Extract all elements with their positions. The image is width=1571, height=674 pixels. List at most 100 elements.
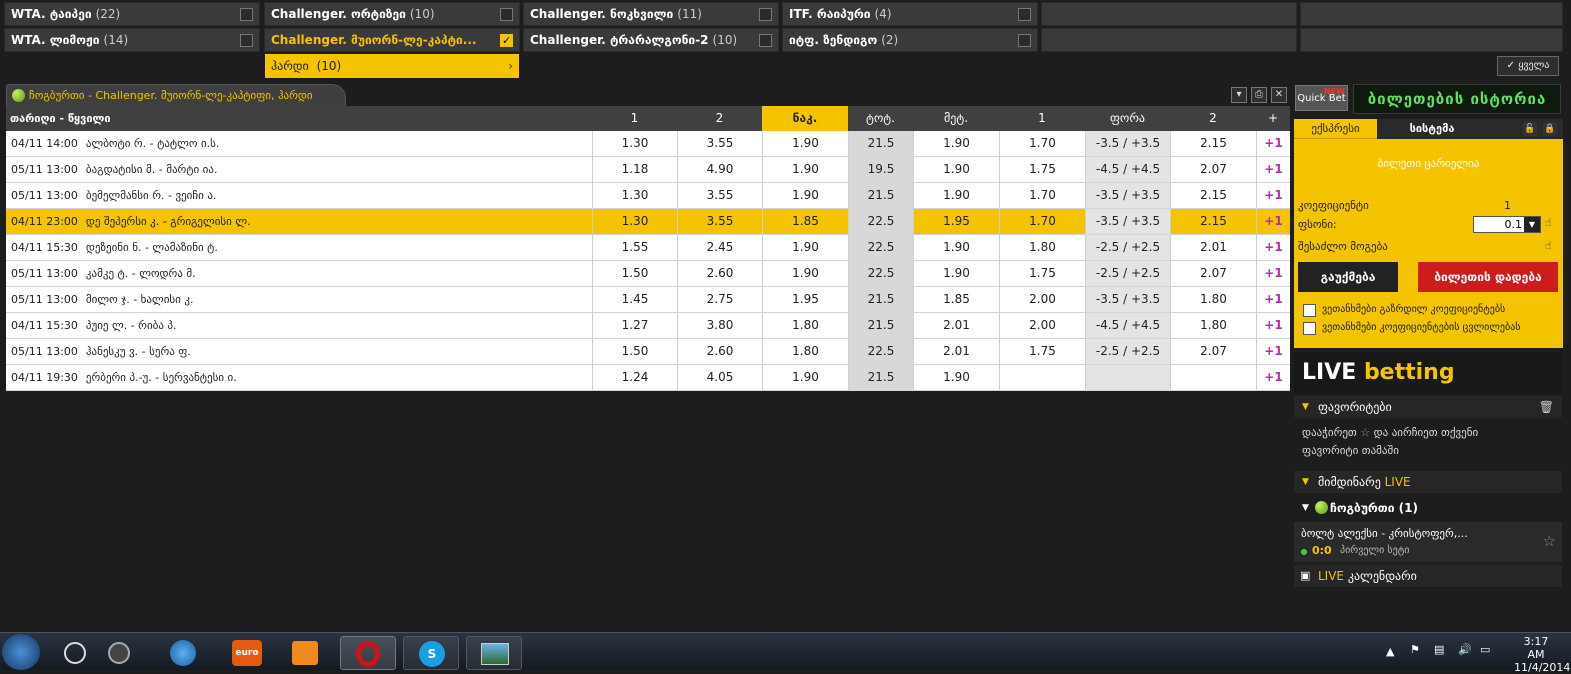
filter-itf-raipur[interactable]: ITF. რაიპური (4) bbox=[782, 2, 1038, 26]
odds-o2[interactable]: 3.55 bbox=[677, 183, 762, 208]
odds-met[interactable]: 1.90 bbox=[913, 261, 999, 286]
tray-arrow-icon[interactable]: ▲ bbox=[1386, 645, 1394, 658]
match-cell[interactable]: 04/11 15:30 პუიე ლ. - რიბა პ. bbox=[6, 313, 592, 338]
place-bet-button[interactable]: ბილეთის დადება bbox=[1418, 262, 1558, 292]
quick-bet-button[interactable]: NEW Quick Bet bbox=[1295, 85, 1348, 111]
flag-icon[interactable]: ⚑ bbox=[1410, 643, 1420, 656]
unlock-icon[interactable]: 🔓 bbox=[1523, 122, 1537, 136]
cancel-button[interactable]: გაუქმება bbox=[1298, 262, 1398, 292]
col-nak[interactable]: ნაკ. bbox=[762, 106, 848, 131]
odds-plus[interactable]: +1 bbox=[1256, 261, 1290, 286]
live-match-row[interactable]: ბოლტ ალექსი - კრისტოფერ,... 0:0 პირველი … bbox=[1294, 522, 1562, 562]
odds-plus[interactable]: +1 bbox=[1256, 131, 1290, 156]
trash-icon[interactable]: 🗑 bbox=[1539, 396, 1554, 418]
star-icon[interactable]: ☆ bbox=[1543, 532, 1556, 550]
odds-h2[interactable]: 1.80 bbox=[1170, 313, 1256, 338]
ticket-history-button[interactable]: ბილეთების ისტორია bbox=[1353, 84, 1561, 114]
close-icon[interactable]: ✕ bbox=[1271, 87, 1287, 103]
odds-nak[interactable]: 1.90 bbox=[762, 235, 848, 260]
clock[interactable]: 3:17 AM 11/4/2014 bbox=[1514, 635, 1570, 674]
odds-met[interactable]: 1.90 bbox=[913, 235, 999, 260]
print-icon[interactable]: ⎙ bbox=[1251, 87, 1267, 103]
odds-o1[interactable]: 1.24 bbox=[592, 365, 677, 390]
match-cell[interactable]: 05/11 13:00 ჰანესკუ ვ. - სერა ფ. bbox=[6, 339, 592, 364]
media-player-icon[interactable] bbox=[278, 636, 334, 670]
odds-nak[interactable]: 1.95 bbox=[762, 287, 848, 312]
odds-nak[interactable]: 1.85 bbox=[762, 209, 848, 234]
app-icon-settings[interactable] bbox=[92, 636, 148, 670]
odds-plus[interactable]: +1 bbox=[1256, 183, 1290, 208]
odds-nak[interactable]: 1.80 bbox=[762, 313, 848, 338]
odds-o2[interactable]: 2.45 bbox=[677, 235, 762, 260]
stake-input[interactable]: 0.1 ▼ bbox=[1473, 216, 1541, 233]
odds-met[interactable]: 1.90 bbox=[913, 131, 999, 156]
odds-h2[interactable] bbox=[1170, 365, 1256, 390]
live-betting-banner[interactable]: LIVE betting bbox=[1294, 352, 1562, 394]
odds-met[interactable]: 1.95 bbox=[913, 209, 999, 234]
match-cell[interactable]: 04/11 15:30 დეზეინი ნ. - ლამაზინი ტ. bbox=[6, 235, 592, 260]
odds-h1[interactable]: 1.75 bbox=[999, 157, 1085, 182]
match-cell[interactable]: 05/11 13:00 ბემელმანსი რ. - ვეიჩი ა. bbox=[6, 183, 592, 208]
odds-nak[interactable]: 1.90 bbox=[762, 365, 848, 390]
odds-met[interactable]: 1.90 bbox=[913, 365, 999, 390]
odds-h1[interactable]: 1.75 bbox=[999, 261, 1085, 286]
itunes-icon[interactable] bbox=[156, 636, 212, 670]
odds-plus[interactable]: +1 bbox=[1256, 235, 1290, 260]
accept-increased-odds-checkbox[interactable] bbox=[1303, 304, 1316, 317]
odds-o1[interactable]: 1.30 bbox=[592, 209, 677, 234]
odds-met[interactable]: 2.01 bbox=[913, 339, 999, 364]
accept-odds-change-checkbox[interactable] bbox=[1303, 322, 1316, 335]
odds-h1[interactable]: 2.00 bbox=[999, 313, 1085, 338]
odds-o1[interactable]: 1.27 bbox=[592, 313, 677, 338]
filter-checkbox[interactable] bbox=[759, 8, 772, 21]
match-cell[interactable]: 05/11 13:00 ბაგდატისი მ. - მარტი ია. bbox=[6, 157, 592, 182]
odds-met[interactable]: 1.90 bbox=[913, 157, 999, 182]
odds-h2[interactable]: 2.07 bbox=[1170, 157, 1256, 182]
start-button[interactable] bbox=[2, 634, 40, 670]
odds-o1[interactable]: 1.30 bbox=[592, 131, 677, 156]
filter-checkbox[interactable] bbox=[1018, 8, 1031, 21]
odds-plus[interactable]: +1 bbox=[1256, 287, 1290, 312]
filter-itf-bendigo[interactable]: იტფ. ზენდიგო (2) bbox=[782, 28, 1038, 52]
lock-icon[interactable]: 🔒 bbox=[1543, 122, 1557, 136]
odds-h1[interactable]: 1.80 bbox=[999, 235, 1085, 260]
odds-plus[interactable]: +1 bbox=[1256, 313, 1290, 338]
chevron-down-icon[interactable]: ▼ bbox=[1524, 217, 1540, 232]
odds-plus[interactable]: +1 bbox=[1256, 209, 1290, 234]
odds-nak[interactable]: 1.90 bbox=[762, 157, 848, 182]
odds-h2[interactable]: 2.07 bbox=[1170, 339, 1256, 364]
current-live-header[interactable]: ▼ მიმდინარე LIVE bbox=[1294, 471, 1562, 493]
filter-challenger-ortisei[interactable]: Challenger. ორტიზეი (10) bbox=[264, 2, 520, 26]
odds-plus[interactable]: +1 bbox=[1256, 365, 1290, 390]
filter-challenger-traralgon[interactable]: Challenger. ტრარალგონი-2 (10) bbox=[523, 28, 779, 52]
odds-h1[interactable]: 1.75 bbox=[999, 339, 1085, 364]
odds-o1[interactable]: 1.50 bbox=[592, 261, 677, 286]
odds-h2[interactable]: 2.15 bbox=[1170, 131, 1256, 156]
odds-nak[interactable]: 1.90 bbox=[762, 261, 848, 286]
odds-met[interactable]: 2.01 bbox=[913, 313, 999, 338]
volume-icon[interactable]: 🔊 bbox=[1458, 643, 1472, 656]
odds-o2[interactable]: 2.60 bbox=[677, 339, 762, 364]
match-cell[interactable]: 04/11 14:00 ალბოტი რ. - ტატლო ი.ს. bbox=[6, 131, 592, 156]
odds-h1[interactable] bbox=[999, 365, 1085, 390]
skype-icon[interactable]: S bbox=[403, 636, 459, 670]
filter-checkbox[interactable] bbox=[759, 34, 772, 47]
odds-nak[interactable]: 1.90 bbox=[762, 131, 848, 156]
filter-checkbox[interactable] bbox=[500, 30, 513, 51]
opera-icon[interactable] bbox=[340, 636, 396, 670]
filter-checkbox[interactable] bbox=[240, 8, 253, 21]
filter-checkbox[interactable] bbox=[500, 8, 513, 21]
favorites-header[interactable]: ▼ ფავორიტები 🗑 bbox=[1294, 396, 1562, 418]
odds-h2[interactable]: 1.80 bbox=[1170, 287, 1256, 312]
filter-checkbox[interactable] bbox=[240, 34, 253, 47]
match-cell[interactable]: 04/11 19:30 ერბერი პ.-უ. - სერვანტესი ი. bbox=[6, 365, 592, 390]
odds-o1[interactable]: 1.18 bbox=[592, 157, 677, 182]
odds-o1[interactable]: 1.45 bbox=[592, 287, 677, 312]
odds-h2[interactable]: 2.01 bbox=[1170, 235, 1256, 260]
filter-wta-taipei[interactable]: WTA. ტაიპეი (22) bbox=[4, 2, 260, 26]
filter-checkbox[interactable] bbox=[1018, 34, 1031, 47]
odds-h1[interactable]: 1.70 bbox=[999, 209, 1085, 234]
odds-o2[interactable]: 3.55 bbox=[677, 209, 762, 234]
odds-h1[interactable]: 1.70 bbox=[999, 131, 1085, 156]
network-icon[interactable]: ▤ bbox=[1434, 643, 1444, 656]
